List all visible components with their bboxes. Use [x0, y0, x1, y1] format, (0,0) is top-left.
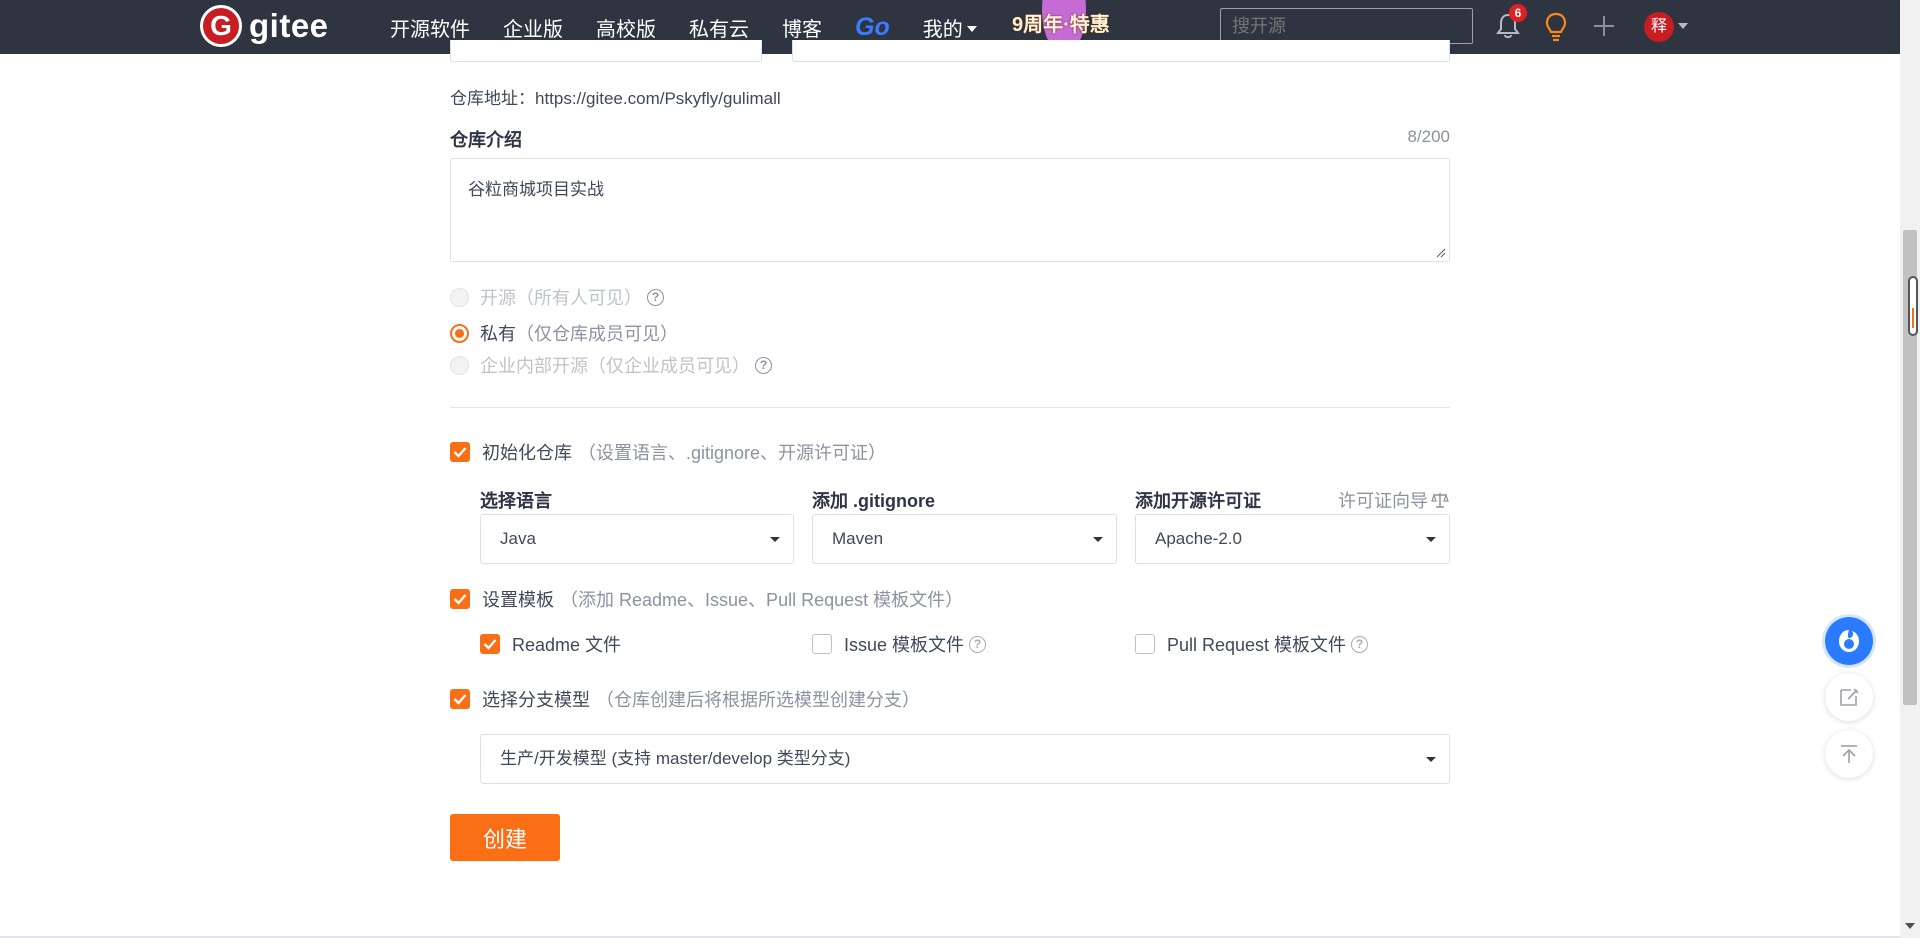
scroll-down-arrow-icon[interactable] [1905, 923, 1915, 929]
scroll-indicator-icon [1908, 276, 1918, 336]
issue-template-checkbox[interactable] [812, 634, 832, 654]
gitignore-select[interactable]: Maven [812, 514, 1117, 564]
check-icon [453, 447, 467, 458]
check-icon [453, 594, 467, 605]
caret-down-icon [770, 537, 780, 542]
search-input[interactable] [1220, 8, 1473, 44]
gitignore-value: Maven [832, 529, 884, 548]
nav-education[interactable]: 高校版 [596, 13, 656, 42]
init-repo-label: 初始化仓库 [482, 443, 572, 463]
assistant-icon [1839, 630, 1859, 652]
promo-text: 9周年·特惠 [1012, 14, 1110, 36]
notification-badge: 6 [1509, 4, 1527, 22]
license-guide-label: 许可证向导 [1338, 491, 1428, 511]
scale-icon [1431, 493, 1449, 508]
chevron-down-icon[interactable] [1678, 23, 1688, 29]
visibility-enterprise-hint: （仅企业成员可见） [588, 356, 750, 376]
license-label: 添加开源许可证 [1135, 491, 1261, 511]
repo-path-input[interactable] [792, 40, 1450, 62]
question-icon[interactable]: ? [969, 635, 987, 653]
visibility-private[interactable]: 私有 （仅仓库成员可见） [450, 320, 678, 346]
intro-label: 仓库介绍 [450, 130, 522, 150]
visibility-open-source-label: 开源 [480, 288, 516, 308]
init-repo-option[interactable]: 初始化仓库 （设置语言、.gitignore、开源许可证） [450, 439, 886, 465]
caret-down-icon [1426, 757, 1436, 762]
user-avatar[interactable]: 释 [1644, 12, 1674, 42]
question-icon[interactable]: ? [755, 356, 772, 374]
arrow-up-icon [1841, 745, 1857, 763]
pr-template-label: Pull Request 模板文件 [1167, 635, 1347, 655]
nav-go[interactable]: Go [855, 13, 890, 42]
chevron-down-icon [966, 26, 977, 32]
assistant-button[interactable] [1825, 617, 1873, 665]
visibility-private-label: 私有 [480, 324, 516, 344]
plus-icon[interactable] [1592, 14, 1616, 38]
pr-template-option[interactable]: Pull Request 模板文件 ? [1135, 631, 1369, 657]
nav-mine[interactable]: 我的 [923, 13, 977, 42]
branch-model-option[interactable]: 选择分支模型 （仓库创建后将根据所选模型创建分支） [450, 686, 920, 712]
caret-down-icon [1426, 537, 1436, 542]
create-button[interactable]: 创建 [450, 814, 560, 861]
intro-char-counter: 8/200 [1407, 127, 1450, 146]
radio-private[interactable] [450, 323, 469, 343]
gitee-logo-text: gitee [249, 7, 329, 44]
visibility-open-source[interactable]: 开源 （所有人可见） ? [450, 284, 664, 310]
visibility-enterprise-label: 企业内部开源 [480, 356, 588, 376]
branch-model-select[interactable]: 生产/开发模型 (支持 master/develop 类型分支) [480, 734, 1450, 784]
radio-enterprise-internal[interactable] [450, 355, 469, 375]
branch-model-checkbox[interactable] [450, 689, 470, 709]
nav-open-source[interactable]: 开源软件 [390, 13, 470, 42]
question-icon[interactable]: ? [647, 288, 664, 306]
template-hint: （添加 Readme、Issue、Pull Request 模板文件） [560, 590, 964, 610]
visibility-private-hint: （仅仓库成员可见） [516, 324, 678, 344]
license-select[interactable]: Apache-2.0 [1135, 514, 1450, 564]
gitee-logo[interactable]: G gitee [200, 5, 329, 47]
owner-select[interactable] [450, 40, 762, 62]
readme-checkbox[interactable] [480, 634, 500, 654]
repo-address-text: 仓库地址：https://gitee.com/Pskyfly/gulimall [450, 89, 781, 108]
init-repo-hint: （设置语言、.gitignore、开源许可证） [578, 443, 887, 463]
language-value: Java [500, 529, 536, 548]
check-icon [483, 639, 497, 650]
language-label: 选择语言 [480, 491, 552, 511]
readme-label: Readme 文件 [512, 635, 622, 655]
visibility-open-source-hint: （所有人可见） [516, 288, 642, 308]
lightbulb-icon[interactable] [1543, 12, 1569, 42]
feedback-button[interactable] [1825, 673, 1873, 721]
visibility-enterprise-internal[interactable]: 企业内部开源 （仅企业成员可见） ? [450, 352, 772, 378]
intro-value: 谷粒商城项目实战 [468, 180, 604, 199]
pr-template-checkbox[interactable] [1135, 634, 1155, 654]
issue-template-option[interactable]: Issue 模板文件 ? [812, 631, 987, 657]
issue-template-label: Issue 模板文件 [844, 635, 965, 655]
template-checkbox[interactable] [450, 589, 470, 609]
edit-icon [1840, 688, 1859, 706]
branch-model-value: 生产/开发模型 (支持 master/develop 类型分支) [500, 749, 851, 768]
template-option[interactable]: 设置模板 （添加 Readme、Issue、Pull Request 模板文件） [450, 586, 963, 612]
gitignore-label: 添加 .gitignore [812, 491, 935, 511]
nav-mine-label: 我的 [922, 18, 963, 41]
radio-open-source[interactable] [450, 287, 469, 307]
language-select[interactable]: Java [480, 514, 794, 564]
nav-private-cloud[interactable]: 私有云 [689, 13, 749, 42]
init-repo-checkbox[interactable] [450, 442, 470, 462]
readme-option[interactable]: Readme 文件 [480, 631, 621, 657]
caret-down-icon [1093, 537, 1103, 542]
license-guide-link[interactable]: 许可证向导 [1338, 487, 1449, 513]
check-icon [453, 694, 467, 705]
template-label: 设置模板 [482, 590, 554, 610]
intro-textarea[interactable]: 谷粒商城项目实战 [450, 158, 1450, 262]
branch-model-label: 选择分支模型 [482, 690, 590, 710]
question-icon[interactable]: ? [1351, 635, 1369, 653]
nav-enterprise[interactable]: 企业版 [503, 13, 563, 42]
license-value: Apache-2.0 [1155, 529, 1242, 548]
gitee-logo-icon: G [200, 5, 242, 47]
resize-handle-icon[interactable] [1436, 248, 1446, 258]
nav-blog[interactable]: 博客 [782, 13, 822, 42]
back-to-top-button[interactable] [1825, 730, 1873, 778]
section-divider [450, 407, 1450, 408]
branch-model-hint: （仓库创建后将根据所选模型创建分支） [596, 690, 920, 710]
